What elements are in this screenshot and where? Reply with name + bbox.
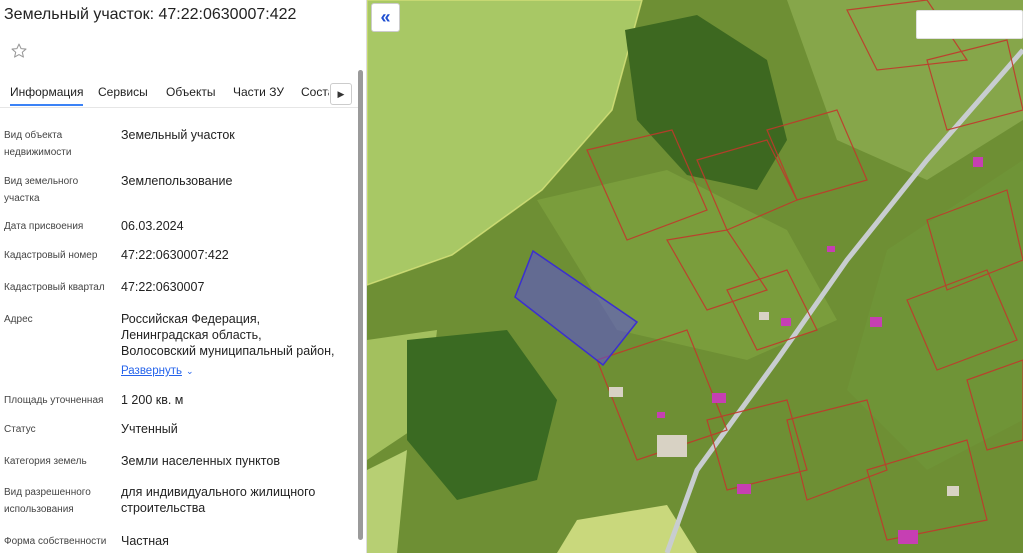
info-label: Площадь уточненная — [4, 395, 104, 406]
info-label: Категория земель — [4, 456, 87, 467]
info-label: Статус — [4, 424, 36, 435]
info-value: Учтенный — [121, 422, 178, 436]
info-label: Вид объекта недвижимости — [4, 130, 72, 158]
info-panel: Земельный участок: 47:22:0630007:422 Инф… — [0, 0, 367, 553]
chevron-right-icon[interactable]: ▶ — [330, 83, 352, 105]
tab-objects[interactable]: Объекты — [166, 85, 216, 99]
info-value: для индивидуального жилищного строительст… — [121, 485, 316, 515]
info-label: Форма собственности — [4, 536, 107, 547]
info-label: Вид разрешенного использования — [4, 487, 91, 515]
scrollbar[interactable] — [358, 70, 363, 540]
double-chevron-left-icon[interactable]: « — [371, 3, 400, 32]
app-root: Земельный участок: 47:22:0630007:422 Инф… — [0, 0, 1023, 553]
info-label: Вид земельного участка — [4, 176, 79, 204]
page-title: Земельный участок: 47:22:0630007:422 — [4, 6, 297, 23]
tab-composition[interactable]: Соста — [301, 85, 329, 99]
map-search-input[interactable] — [916, 10, 1023, 39]
info-label: Дата присвоения — [4, 221, 84, 232]
map-canvas[interactable] — [367, 0, 1023, 553]
info-label: Кадастровый номер — [4, 250, 98, 261]
info-value: Земельный участок — [121, 128, 235, 142]
info-value[interactable]: 47:22:0630007:422 — [121, 247, 351, 263]
expand-link[interactable]: Развернуть — [121, 365, 182, 377]
info-value: Российская Федерация, Ленинградская обла… — [121, 312, 335, 379]
chevron-down-icon[interactable]: ⌄ — [186, 363, 194, 379]
info-value: Земли населенных пунктов — [121, 454, 280, 468]
satellite-map[interactable] — [367, 0, 1023, 553]
tab-bar: Информация Сервисы Объекты Части ЗУ Сост… — [0, 80, 358, 108]
info-value[interactable]: 47:22:0630007 — [121, 279, 351, 295]
info-value: 06.03.2024 — [121, 219, 184, 233]
info-value: 1 200 кв. м — [121, 393, 184, 407]
scrollbar-thumb[interactable] — [358, 70, 363, 540]
info-value: Частная — [121, 534, 169, 548]
star-outline-icon[interactable] — [10, 42, 28, 60]
tab-parcel-parts[interactable]: Части ЗУ — [233, 85, 284, 99]
tab-services[interactable]: Сервисы — [98, 85, 148, 99]
info-value: Землепользование — [121, 174, 233, 188]
info-label: Кадастровый квартал — [4, 282, 105, 293]
info-label: Адрес — [4, 314, 33, 325]
tab-information[interactable]: Информация — [10, 85, 84, 106]
